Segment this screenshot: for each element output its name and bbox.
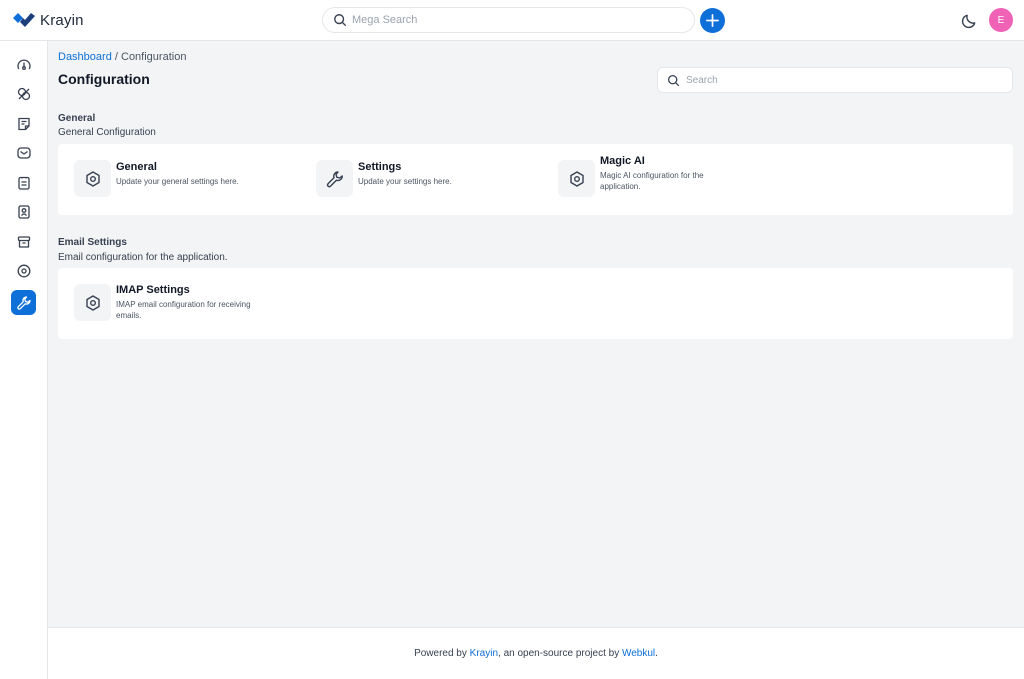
footer-suffix: . <box>655 648 658 659</box>
configuration-search-box[interactable] <box>657 67 1013 93</box>
card-icon-box <box>558 160 595 197</box>
footer: Powered by Krayin, an open-source projec… <box>48 627 1024 679</box>
settings-icon <box>85 170 100 187</box>
brand-logo[interactable]: Krayin <box>12 10 84 30</box>
breadcrumb-current: Configuration <box>121 51 187 63</box>
sidebar-item-quotes[interactable] <box>11 111 36 136</box>
breadcrumb: Dashboard / Configuration <box>58 51 186 63</box>
settings-icon <box>85 294 100 311</box>
quote-icon <box>17 117 30 130</box>
email-config-panel: IMAP Settings IMAP email configuration f… <box>58 268 1013 339</box>
brand-name: Krayin <box>40 11 84 29</box>
sidebar-item-dashboard[interactable] <box>11 52 36 77</box>
quick-create-button[interactable] <box>700 8 725 33</box>
card-description: Magic AI configuration for the applicati… <box>600 171 704 191</box>
search-icon <box>667 74 680 86</box>
gauge-icon <box>16 58 31 70</box>
card-title: Magic AI <box>600 155 645 167</box>
page-title: Configuration <box>58 71 150 87</box>
sidebar-item-contacts[interactable] <box>11 199 36 224</box>
breadcrumb-dashboard-link[interactable]: Dashboard <box>58 51 112 63</box>
mega-search-box[interactable] <box>322 7 695 33</box>
config-card-magic-ai[interactable]: Magic AI Magic AI configuration for the … <box>558 155 725 197</box>
sidebar-item-products[interactable] <box>11 229 36 254</box>
section-subtitle-general: General Configuration <box>58 127 156 138</box>
card-description: IMAP email configuration for receiving e… <box>116 300 251 320</box>
sidebar-item-mail[interactable] <box>11 140 36 165</box>
leads-icon <box>17 87 30 100</box>
sidebar-item-settings[interactable] <box>11 258 36 283</box>
mail-icon <box>16 146 31 159</box>
krayin-logo-icon <box>13 13 35 27</box>
config-card-general[interactable]: General Update your general settings her… <box>74 160 266 197</box>
footer-prefix: Powered by <box>414 648 467 659</box>
sidebar-item-activities[interactable] <box>11 170 36 195</box>
card-description: Update your settings here. <box>358 177 452 186</box>
section-subtitle-email: Email configuration for the application. <box>58 252 228 263</box>
config-card-settings[interactable]: Settings Update your settings here. <box>316 160 508 197</box>
footer-webkul-link[interactable]: Webkul <box>622 648 655 659</box>
card-title: IMAP Settings <box>116 284 190 296</box>
wrench-icon <box>16 295 31 310</box>
wrench-icon <box>326 170 343 187</box>
section-title-email: Email Settings <box>58 237 127 248</box>
footer-middle: , an open-source project by <box>498 648 620 659</box>
card-icon-box <box>74 160 111 197</box>
card-title: General <box>116 161 157 173</box>
card-icon-box <box>316 160 353 197</box>
general-config-panel: General Update your general settings her… <box>58 144 1013 215</box>
dark-mode-toggle-icon[interactable] <box>960 11 979 30</box>
sidebar-item-leads[interactable] <box>11 81 36 106</box>
product-icon <box>17 235 30 248</box>
section-title-general: General <box>58 113 96 124</box>
footer-krayin-link[interactable]: Krayin <box>470 648 498 659</box>
plus-icon <box>706 14 719 27</box>
settings-icon <box>569 170 584 187</box>
sidebar-item-configuration[interactable] <box>11 290 36 315</box>
config-card-imap-settings[interactable]: IMAP Settings IMAP email configuration f… <box>74 284 266 321</box>
card-description: Update your general settings here. <box>116 177 239 186</box>
top-header: Krayin E <box>0 0 1024 41</box>
breadcrumb-separator: / <box>111 51 121 63</box>
user-avatar[interactable]: E <box>989 8 1013 32</box>
card-title: Settings <box>358 161 402 173</box>
contact-icon <box>17 204 30 219</box>
search-icon <box>334 14 347 27</box>
card-icon-box <box>74 284 111 321</box>
sidebar <box>0 41 48 679</box>
configuration-search-input[interactable] <box>686 74 1006 86</box>
settings-icon <box>17 264 30 277</box>
activity-icon <box>17 176 30 190</box>
mega-search-input[interactable] <box>352 14 672 26</box>
